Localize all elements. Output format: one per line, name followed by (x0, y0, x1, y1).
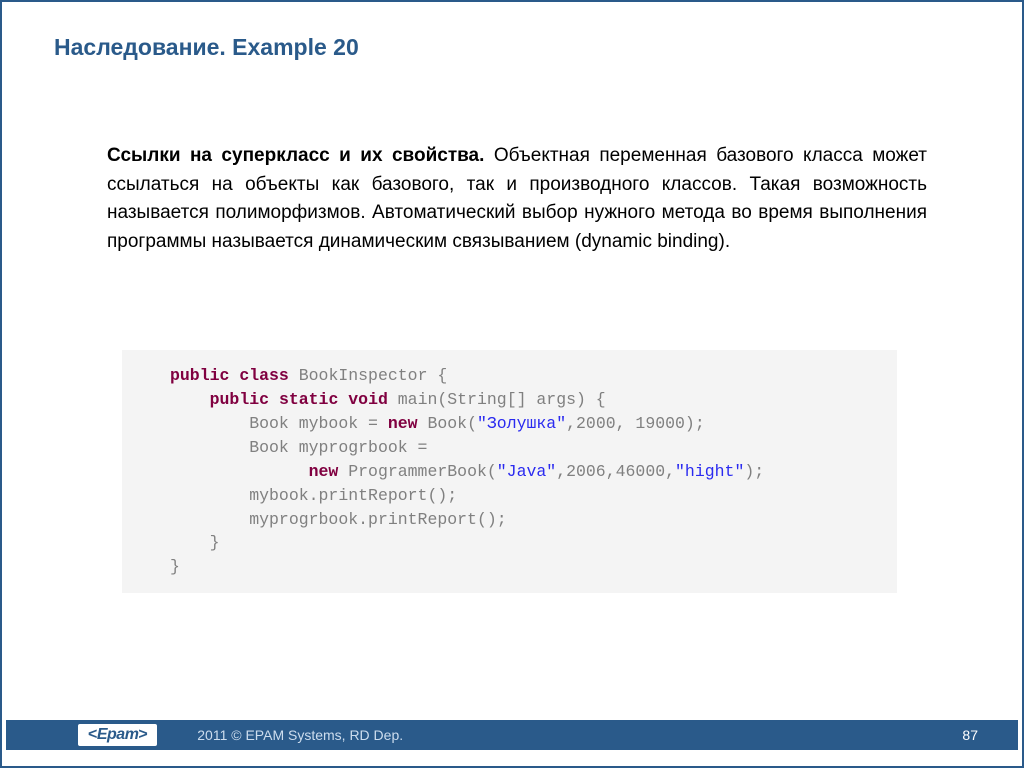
footer-copyright: 2011 © EPAM Systems, RD Dep. (197, 727, 403, 743)
code-text: ); (744, 462, 764, 481)
kw-class: class (239, 366, 289, 385)
code-text: ,2006,46000, (556, 462, 675, 481)
code-text: mybook.printReport(); (249, 486, 457, 505)
code-text: myprogrbook.printReport(); (249, 510, 506, 529)
kw-public: public (170, 366, 229, 385)
code-block: public class BookInspector { public stat… (122, 350, 897, 593)
code-text: main(String[] args) { (388, 390, 606, 409)
code-text: } (210, 533, 220, 552)
kw-void: void (348, 390, 388, 409)
paragraph-lead: Ссылки на суперкласс и их свойства. (107, 145, 484, 166)
code-text: BookInspector { (289, 366, 447, 385)
code-text: Book( (418, 414, 477, 433)
footer-bar: <Epam> 2011 © EPAM Systems, RD Dep. 87 (6, 720, 1018, 750)
kw-static: static (279, 390, 338, 409)
code-text: ,2000, 19000); (566, 414, 705, 433)
code-string: "Золушка" (477, 414, 566, 433)
page-number: 87 (962, 727, 978, 743)
paragraph: Ссылки на суперкласс и их свойства. Объе… (107, 142, 927, 256)
kw-new: new (309, 462, 339, 481)
epam-logo: <Epam> (78, 724, 157, 746)
code-text: Book myprogrbook = (249, 438, 427, 457)
code-text: ProgrammerBook( (338, 462, 496, 481)
kw-public: public (210, 390, 269, 409)
code-string: "hight" (675, 462, 744, 481)
kw-new: new (388, 414, 418, 433)
slide-title: Наследование. Example 20 (54, 34, 359, 61)
code-string: "Java" (497, 462, 556, 481)
code-text: } (170, 557, 180, 576)
code-text: Book mybook = (249, 414, 388, 433)
